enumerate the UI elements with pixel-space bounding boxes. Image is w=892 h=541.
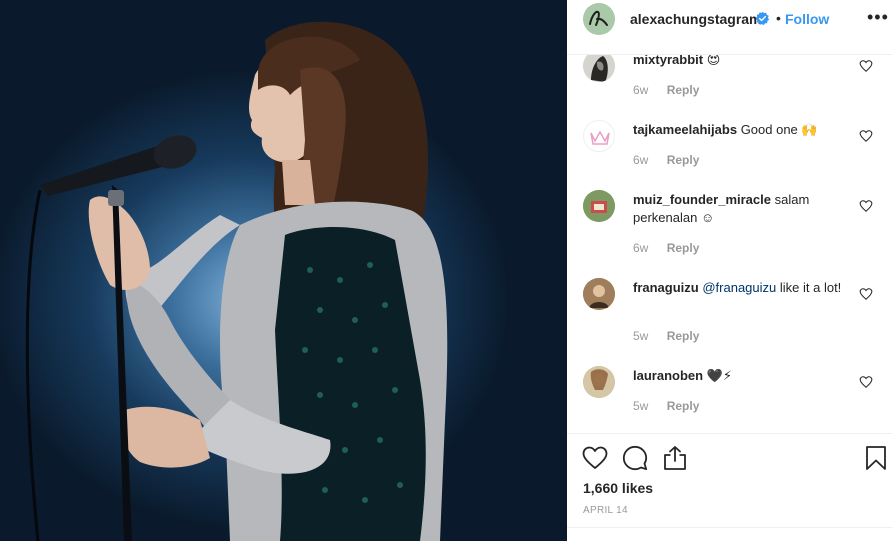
- photo-illustration: [25, 21, 448, 541]
- comment-username[interactable]: lauranoben: [633, 368, 703, 383]
- like-heart-icon[interactable]: [582, 445, 608, 471]
- comment-username[interactable]: tajkameelahijabs: [633, 122, 737, 137]
- heart-icon[interactable]: [859, 199, 873, 213]
- comment-meta: 6w Reply: [633, 241, 699, 255]
- comment-time[interactable]: 5w: [633, 399, 648, 413]
- heart-icon[interactable]: [859, 375, 873, 389]
- comment-time[interactable]: 6w: [633, 241, 648, 255]
- reply-button[interactable]: Reply: [667, 83, 700, 97]
- comment-body: Good one 🙌: [740, 122, 818, 137]
- reply-button[interactable]: Reply: [667, 329, 700, 343]
- heart-icon[interactable]: [859, 59, 873, 73]
- bookmark-icon[interactable]: [863, 445, 889, 471]
- post-header: alexachungstagram • Follow •••: [567, 0, 892, 54]
- bottom-divider: [567, 527, 892, 528]
- avatar[interactable]: [583, 120, 615, 152]
- avatar[interactable]: [583, 190, 615, 222]
- instagram-post-view: mixtyrabbit 😍 6w Reply tajkameelahijabs …: [0, 0, 892, 541]
- comment-time[interactable]: 6w: [633, 153, 648, 167]
- avatar[interactable]: [583, 278, 615, 310]
- comment-username[interactable]: franaguizu: [633, 280, 699, 295]
- share-upload-icon[interactable]: [662, 445, 688, 471]
- heart-icon[interactable]: [859, 287, 873, 301]
- actions-divider: [567, 433, 892, 434]
- heart-icon[interactable]: [859, 129, 873, 143]
- comment-time[interactable]: 5w: [633, 329, 648, 343]
- post-side-panel: mixtyrabbit 😍 6w Reply tajkameelahijabs …: [567, 0, 892, 541]
- comment-username[interactable]: muiz_founder_miracle: [633, 192, 771, 207]
- comment-body: like it a lot!: [776, 280, 842, 295]
- comments-list[interactable]: mixtyrabbit 😍 6w Reply tajkameelahijabs …: [567, 0, 892, 433]
- reply-button[interactable]: Reply: [667, 153, 700, 167]
- more-options-icon[interactable]: •••: [867, 8, 889, 26]
- follow-button[interactable]: Follow: [785, 11, 829, 27]
- reply-button[interactable]: Reply: [667, 241, 700, 255]
- comment-time[interactable]: 6w: [633, 83, 648, 97]
- comment-mention[interactable]: @franaguizu: [702, 280, 776, 295]
- comment-meta: 6w Reply: [633, 83, 699, 97]
- separator-dot: •: [776, 10, 781, 26]
- comment-text: muiz_founder_miracle salam perkenalan ☺: [633, 191, 855, 227]
- comment-text: tajkameelahijabs Good one 🙌: [633, 121, 855, 139]
- post-date[interactable]: APRIL 14: [583, 505, 628, 516]
- comment-bubble-icon[interactable]: [622, 445, 648, 471]
- post-photo[interactable]: [0, 0, 567, 541]
- comment-text: lauranoben 🖤⚡: [633, 367, 855, 385]
- comment-body: 🖤⚡: [706, 368, 733, 383]
- header-divider: [567, 54, 892, 55]
- verified-badge-icon: [755, 11, 770, 26]
- likes-count[interactable]: 1,660 likes: [583, 480, 653, 496]
- author-username[interactable]: alexachungstagram: [630, 11, 762, 27]
- comment-meta: 6w Reply: [633, 153, 699, 167]
- reply-button[interactable]: Reply: [667, 399, 700, 413]
- comment-meta: 5w Reply: [633, 399, 699, 413]
- comment-meta: 5w Reply: [633, 329, 699, 343]
- avatar[interactable]: [583, 366, 615, 398]
- author-avatar[interactable]: [583, 3, 615, 35]
- comment-text: franaguizu @franaguizu like it a lot!: [633, 279, 855, 297]
